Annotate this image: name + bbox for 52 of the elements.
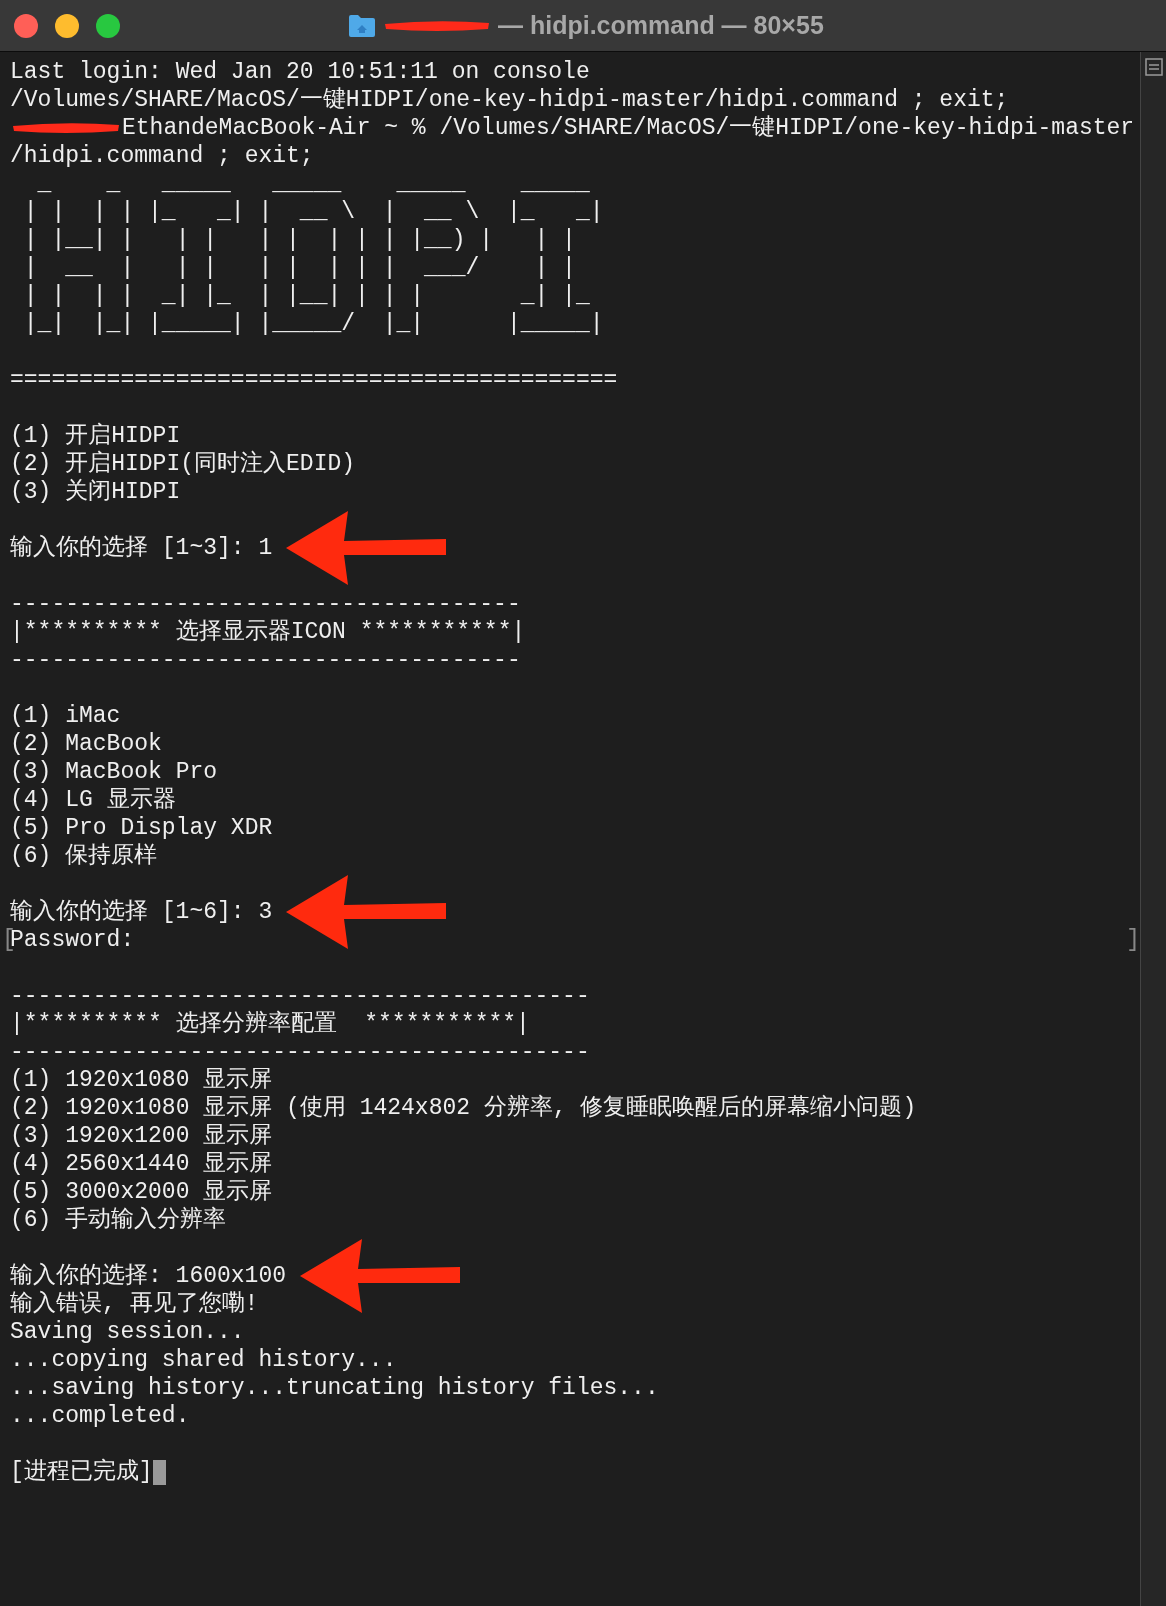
zoom-button[interactable] <box>96 13 120 38</box>
terminal-line: ------------------------------------------ <box>10 983 590 1009</box>
terminal-line: (5) 3000x2000 显示屏 <box>10 1179 273 1205</box>
terminal-line: (1) 1920x1080 显示屏 <box>10 1067 273 1093</box>
folder-icon <box>348 14 376 38</box>
terminal-line: | | | | |_ _| | __ \ | __ \ |_ _| <box>22 199 604 225</box>
text-cursor <box>152 1459 166 1485</box>
terminal-line: EthandeMacBook-Air ~ % /Volumes/SHARE/MacOS/一键HIDPI/one-key-hidpi-master <box>122 114 1135 142</box>
terminal-line: (4) LG 显示器 <box>10 787 176 813</box>
terminal-line: ...copying shared history... <box>10 1347 397 1373</box>
terminal-line: 输入你的选择 [1~3]: 1 <box>10 535 273 561</box>
terminal-line: (2) MacBook <box>10 731 162 757</box>
terminal-line: /Volumes/SHARE/MacOS/一键HIDPI/one-key-hidpi-master/hidpi.command ; exit; <box>10 87 1009 113</box>
terminal-line: |_| |_| |_____| |_____/ |_| |_____| <box>22 311 604 337</box>
terminal-line: ...saving history...truncating history files... <box>10 1375 659 1401</box>
terminal-line: (1) 开启HIDPI <box>10 423 181 449</box>
terminal-line: Last login: Wed Jan 20 10:51:11 on console <box>10 59 590 85</box>
terminal-line: | |__| | | | | | | | | |__) | | | <box>22 227 576 253</box>
terminal-line: (5) Pro Display XDR <box>10 815 273 841</box>
terminal-line: ------------------------------------- <box>10 647 521 673</box>
window-title: — hidpi.command — 80×55 <box>498 10 824 42</box>
terminal-line: Saving session... <box>10 1319 245 1345</box>
arrow-icon <box>300 1239 461 1313</box>
terminal-line: ------------------------------------------ <box>10 1039 590 1065</box>
terminal-line: _ _ _____ _____ _____ _____ <box>36 171 590 197</box>
terminal-line: |********** 选择显示器ICON ***********| <box>10 619 526 645</box>
split-pane-icon[interactable] <box>1144 58 1163 76</box>
mark-bracket: ] <box>1126 926 1140 954</box>
terminal-line: 输入错误, 再见了您嘞! <box>10 1291 259 1317</box>
arrow-icon <box>286 875 447 949</box>
close-button[interactable] <box>14 13 38 38</box>
terminal-line: ============================================ <box>10 367 618 393</box>
terminal-line: ------------------------------------- <box>10 591 521 617</box>
terminal-line: 输入你的选择: 1600x100 <box>10 1263 287 1289</box>
terminal-line: ...completed. <box>10 1403 190 1429</box>
terminal-line: |********** 选择分辨率配置 ***********| <box>10 1011 530 1037</box>
terminal-line: (2) 开启HIDPI(同时注入EDID) <box>10 451 356 477</box>
arrow-icon <box>286 511 447 585</box>
terminal-line: (3) 1920x1200 显示屏 <box>10 1123 273 1149</box>
terminal-line: (1) iMac <box>10 703 121 729</box>
terminal-line: (3) MacBook Pro <box>10 759 218 785</box>
terminal-line: /hidpi.command ; exit; <box>10 143 314 169</box>
terminal-line: (3) 关闭HIDPI <box>10 479 181 505</box>
terminal-line: 输入你的选择 [1~6]: 3 <box>10 899 273 925</box>
terminal-line: (4) 2560x1440 显示屏 <box>10 1151 273 1177</box>
terminal-line: | | | | _| |_ | |__| | | | _| |_ <box>22 283 590 309</box>
terminal-line: | __ | | | | | | | | ___/ | | <box>22 255 576 281</box>
terminal-line: (6) 保持原样 <box>10 843 158 869</box>
terminal-line: [进程已完成] <box>10 1458 153 1486</box>
terminal-line: (2) 1920x1080 显示屏 (使用 1424x802 分辨率, 修复睡眠唤醒后的屏幕缩小问题) <box>10 1095 917 1121</box>
terminal-line: (6) 手动输入分辨率 <box>10 1207 227 1233</box>
minimize-button[interactable] <box>55 13 79 38</box>
